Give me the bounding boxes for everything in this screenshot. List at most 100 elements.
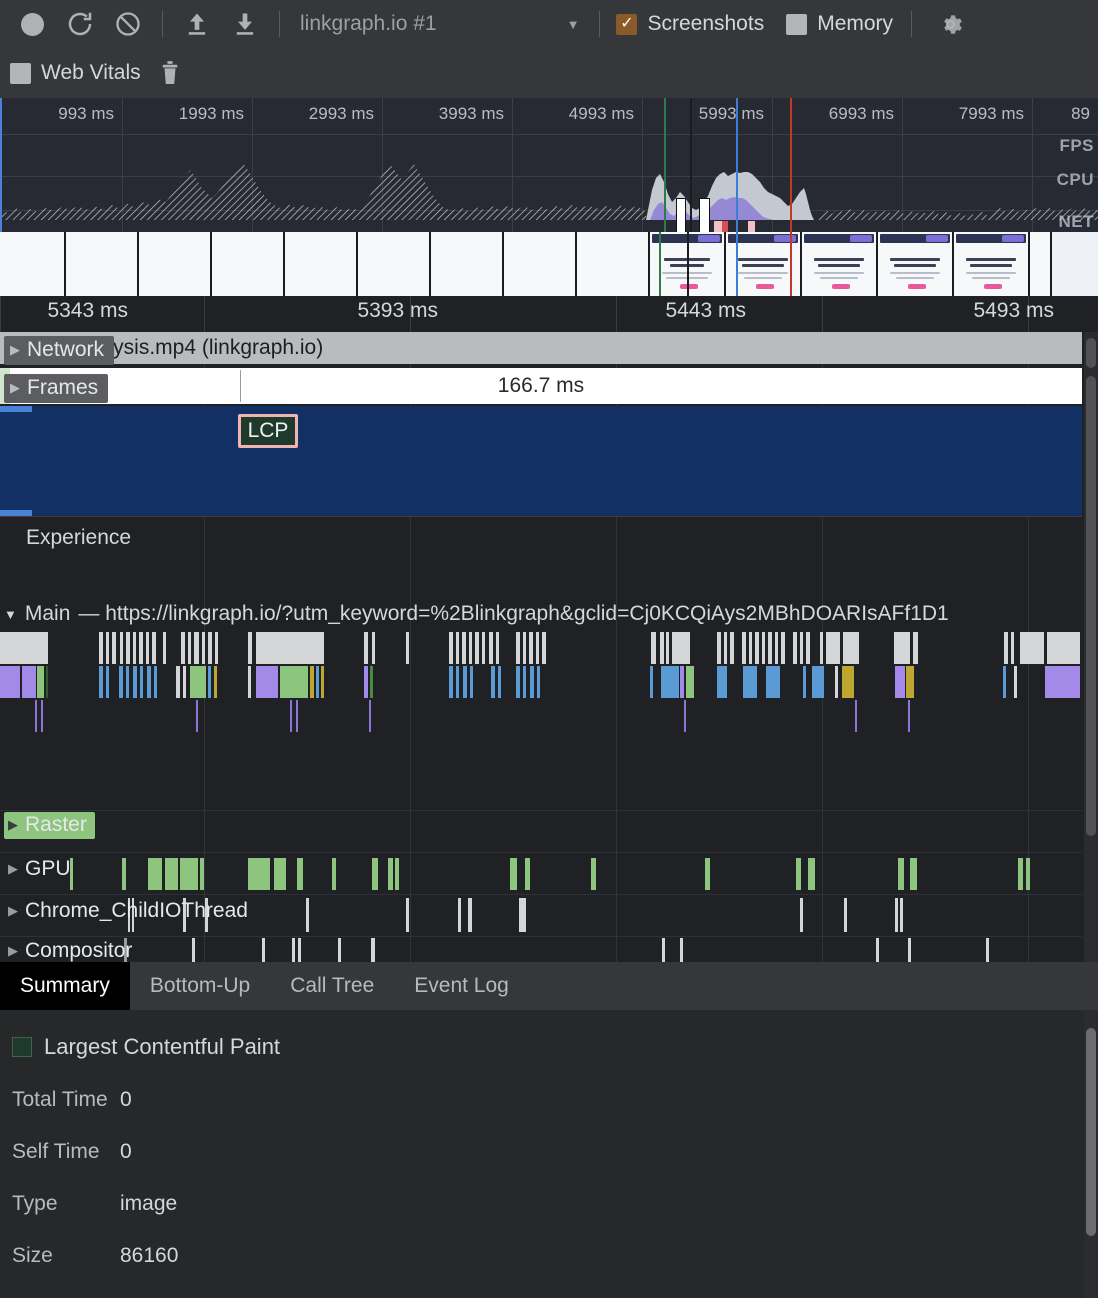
detail-row-self-time: Self Time 0 [12, 1140, 132, 1164]
triangle-right-icon[interactable]: ▶ [10, 380, 20, 396]
network-track-header[interactable]: ▶ Network [4, 336, 114, 365]
flame-chart-tracks[interactable]: affic-Analysis.mp4 (linkgraph.io) ▶ Netw… [0, 332, 1098, 962]
timings-accent-top [0, 406, 32, 412]
compositor-track-header[interactable]: ▶ Compositor [4, 938, 140, 962]
filmstrip-frame[interactable] [431, 232, 504, 296]
memory-checkbox-box[interactable] [786, 14, 807, 35]
cpu-area-chart [0, 98, 1098, 232]
upload-arrow-icon[interactable] [173, 0, 221, 48]
details-tabbar: Summary Bottom-Up Call Tree Event Log [0, 962, 1098, 1010]
detail-row-type: Type image [12, 1192, 177, 1216]
detail-row-size: Size 86160 [12, 1244, 178, 1268]
filmstrip-frame[interactable] [878, 232, 954, 296]
filmstrip-frame[interactable] [285, 232, 358, 296]
timings-track[interactable] [0, 406, 1082, 516]
flame-bar[interactable] [0, 632, 48, 664]
raster-track-header[interactable]: ▶ Raster [4, 812, 95, 839]
gpu-track-header[interactable]: ▶ GPU [4, 856, 79, 883]
filmstrip-frame[interactable] [139, 232, 212, 296]
web-vitals-checkbox-box[interactable] [10, 63, 31, 84]
memory-checkbox[interactable]: Memory [786, 12, 893, 36]
detail-key: Size [12, 1244, 120, 1268]
dropped-frame-chip [714, 221, 722, 232]
detail-value: 86160 [120, 1244, 178, 1268]
detail-value: image [120, 1192, 177, 1216]
main-track-url: — https://linkgraph.io/?utm_keyword=%2Bl… [78, 602, 948, 626]
clear-prohibited-icon[interactable] [104, 0, 152, 48]
flame-bar[interactable] [0, 666, 20, 698]
overview-window-left-handle[interactable] [0, 98, 2, 232]
marker-load [736, 98, 738, 232]
details-scrollbar[interactable] [1084, 1010, 1098, 1298]
marker-lcp [790, 98, 792, 232]
triangle-right-icon[interactable]: ▶ [8, 861, 18, 877]
ruler-tick-0: 5343 ms [47, 299, 134, 323]
tracks-scrollbar-thumb[interactable] [1086, 376, 1096, 836]
download-arrow-icon[interactable] [221, 0, 269, 48]
filmstrip-frame[interactable] [0, 232, 66, 296]
screenshots-checkbox-box[interactable] [616, 14, 637, 35]
web-vitals-checkbox[interactable]: Web Vitals [10, 61, 141, 85]
filmstrip-frame[interactable] [802, 232, 878, 296]
detail-key: Type [12, 1192, 120, 1216]
dropped-frame-chip [748, 221, 755, 232]
event-color-swatch [12, 1037, 32, 1057]
timeline-ruler: 5343 ms 5393 ms 5443 ms 5493 ms [0, 296, 1098, 332]
toolbar-divider-2 [279, 11, 280, 37]
frames-track-header[interactable]: ▶ Frames [4, 374, 108, 403]
reload-icon[interactable] [56, 0, 104, 48]
devtools-performance-panel: linkgraph.io #1 ▼ Screenshots Memory Web… [0, 0, 1098, 1298]
marker-fp [687, 232, 689, 296]
screenshots-checkbox[interactable]: Screenshots [616, 12, 764, 36]
triangle-right-icon[interactable]: ▶ [10, 342, 20, 358]
filmstrip-frame[interactable] [504, 232, 577, 296]
ruler-tick-1: 5393 ms [357, 299, 444, 323]
tab-bottom-up[interactable]: Bottom-Up [130, 962, 270, 1010]
filmstrip-frame[interactable] [577, 232, 650, 296]
filmstrip-frame[interactable] [954, 232, 1030, 296]
timeline-overview[interactable]: 993 ms 1993 ms 2993 ms 3993 ms 4993 ms 5… [0, 98, 1098, 232]
tab-summary[interactable]: Summary [0, 962, 130, 1010]
gpu-track-bars[interactable] [0, 854, 1082, 894]
main-flame-chart[interactable] [0, 632, 1082, 762]
performance-toolbar-secondary: Web Vitals [0, 48, 1098, 98]
tracks-scrollbar-thumb-top[interactable] [1086, 338, 1096, 368]
filmstrip-frame[interactable] [358, 232, 431, 296]
main-track-header[interactable]: ▼ Main — https://linkgraph.io/?utm_keywo… [4, 602, 949, 626]
filmstrip[interactable] [0, 232, 1098, 296]
profile-title: linkgraph.io #1 [300, 12, 437, 36]
marker-lcp [790, 232, 792, 296]
compositor-bars[interactable] [0, 936, 1082, 962]
filmstrip-frame[interactable] [212, 232, 285, 296]
tab-call-tree[interactable]: Call Tree [270, 962, 394, 1010]
screenshots-label: Screenshots [647, 12, 764, 36]
gpu-track-label: GPU [25, 857, 71, 881]
record-circle-icon[interactable] [8, 0, 56, 48]
marker-dcl [664, 98, 666, 232]
chrome-childiothread-track-label: Chrome_ChildIOThread [25, 899, 248, 923]
gear-icon[interactable] [930, 0, 970, 48]
detail-row-total-time: Total Time 0 [12, 1088, 132, 1112]
web-vitals-label: Web Vitals [41, 61, 141, 85]
compositor-track-label: Compositor [25, 939, 132, 962]
toolbar-divider-1 [162, 11, 163, 37]
triangle-right-icon[interactable]: ▶ [8, 817, 18, 833]
details-title-row: Largest Contentful Paint [12, 1034, 280, 1060]
detail-value: 0 [120, 1140, 132, 1164]
tracks-scrollbar[interactable] [1084, 332, 1098, 962]
performance-toolbar: linkgraph.io #1 ▼ Screenshots Memory [0, 0, 1098, 48]
details-scrollbar-thumb[interactable] [1086, 1028, 1096, 1236]
chevron-down-icon[interactable]: ▼ [567, 17, 580, 32]
chrome-childiothread-track-header[interactable]: ▶ Chrome_ChildIOThread [4, 898, 256, 925]
lcp-marker-chip[interactable]: LCP [238, 414, 298, 448]
filmstrip-frame[interactable] [66, 232, 139, 296]
filmstrip-frame[interactable] [1030, 232, 1052, 296]
triangle-down-icon[interactable]: ▼ [4, 607, 17, 622]
tab-event-log[interactable]: Event Log [394, 962, 529, 1010]
triangle-right-icon[interactable]: ▶ [8, 943, 18, 959]
trash-icon[interactable] [153, 60, 187, 86]
triangle-right-icon[interactable]: ▶ [8, 903, 18, 919]
network-track[interactable]: affic-Analysis.mp4 (linkgraph.io) [0, 332, 1082, 364]
frames-track[interactable]: 166.7 ms [0, 368, 1082, 404]
summary-details-pane: Largest Contentful Paint Total Time 0 Se… [0, 1010, 1098, 1298]
